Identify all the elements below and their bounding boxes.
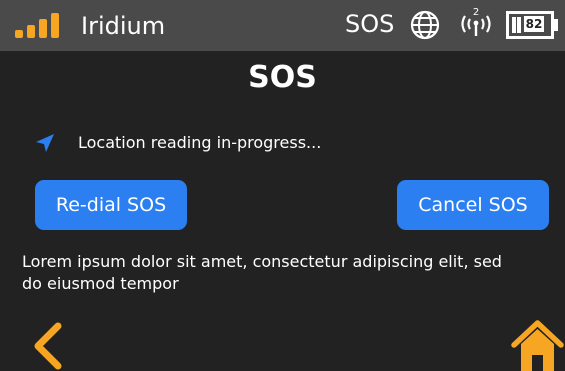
status-bar: Iridium SOS 2 82 — [0, 0, 565, 51]
page-title: SOS — [248, 60, 317, 95]
cancel-sos-button[interactable]: Cancel SOS — [397, 180, 549, 230]
message-text: Lorem ipsum dolor sit amet, consectetur … — [22, 252, 502, 293]
home-icon[interactable] — [510, 317, 565, 371]
carrier-name: Iridium — [81, 12, 166, 40]
chevron-left-icon[interactable] — [28, 322, 68, 370]
satellite-signal-icon: 2 — [461, 7, 491, 36]
navigation-arrow-icon — [36, 134, 54, 152]
redial-sos-button[interactable]: Re-dial SOS — [35, 180, 187, 230]
signal-strength-icon — [15, 13, 59, 38]
globe-icon — [410, 10, 440, 40]
satellite-count: 2 — [473, 7, 479, 18]
location-status-text: Location reading in-progress... — [78, 133, 322, 152]
battery-level: 82 — [524, 16, 544, 32]
status-sos-indicator: SOS — [345, 10, 395, 38]
